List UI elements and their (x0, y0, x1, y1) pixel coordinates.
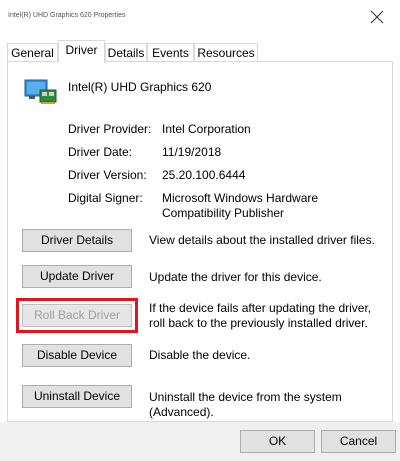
driver-version-label: Driver Version: (68, 168, 147, 182)
uninstall-device-button[interactable]: Uninstall Device (22, 385, 132, 408)
tab-strip: General Driver Details Events Resources (7, 40, 397, 63)
ok-button[interactable]: OK (240, 430, 315, 453)
tab-resources[interactable]: Resources (194, 43, 258, 62)
disable-device-description: Disable the device. (149, 348, 251, 362)
driver-version-value: 25.20.100.6444 (162, 168, 246, 182)
driver-details-description: View details about the installed driver … (149, 233, 375, 247)
tab-details[interactable]: Details (105, 43, 147, 62)
close-button[interactable] (364, 4, 392, 32)
tab-general[interactable]: General (7, 43, 58, 62)
digital-signer-label: Digital Signer: (68, 191, 143, 205)
roll-back-driver-description: If the device fails after updating the d… (149, 301, 372, 330)
uninstall-device-description: Uninstall the device from the system (Ad… (149, 390, 342, 419)
driver-date-label: Driver Date: (68, 145, 133, 159)
update-driver-description: Update the driver for this device. (149, 270, 322, 284)
window-title: Intel(R) UHD Graphics 620 Properties (8, 12, 126, 19)
display-adapter-icon (24, 79, 57, 104)
close-icon (370, 10, 384, 24)
tab-driver[interactable]: Driver (58, 40, 105, 63)
digital-signer-value: Microsoft Windows Hardware Compatibility… (162, 191, 319, 220)
tab-events[interactable]: Events (147, 43, 194, 62)
update-driver-button[interactable]: Update Driver (22, 265, 132, 288)
cancel-button[interactable]: Cancel (321, 430, 396, 453)
roll-back-driver-button[interactable]: Roll Back Driver (22, 304, 132, 327)
driver-date-value: 11/19/2018 (162, 145, 222, 159)
disable-device-button[interactable]: Disable Device (22, 344, 132, 367)
driver-provider-label: Driver Provider: (68, 122, 152, 136)
device-name: Intel(R) UHD Graphics 620 (68, 80, 212, 94)
driver-provider-value: Intel Corporation (162, 122, 251, 136)
driver-details-button[interactable]: Driver Details (22, 229, 132, 252)
title-bar: Intel(R) UHD Graphics 620 Properties (0, 0, 400, 36)
